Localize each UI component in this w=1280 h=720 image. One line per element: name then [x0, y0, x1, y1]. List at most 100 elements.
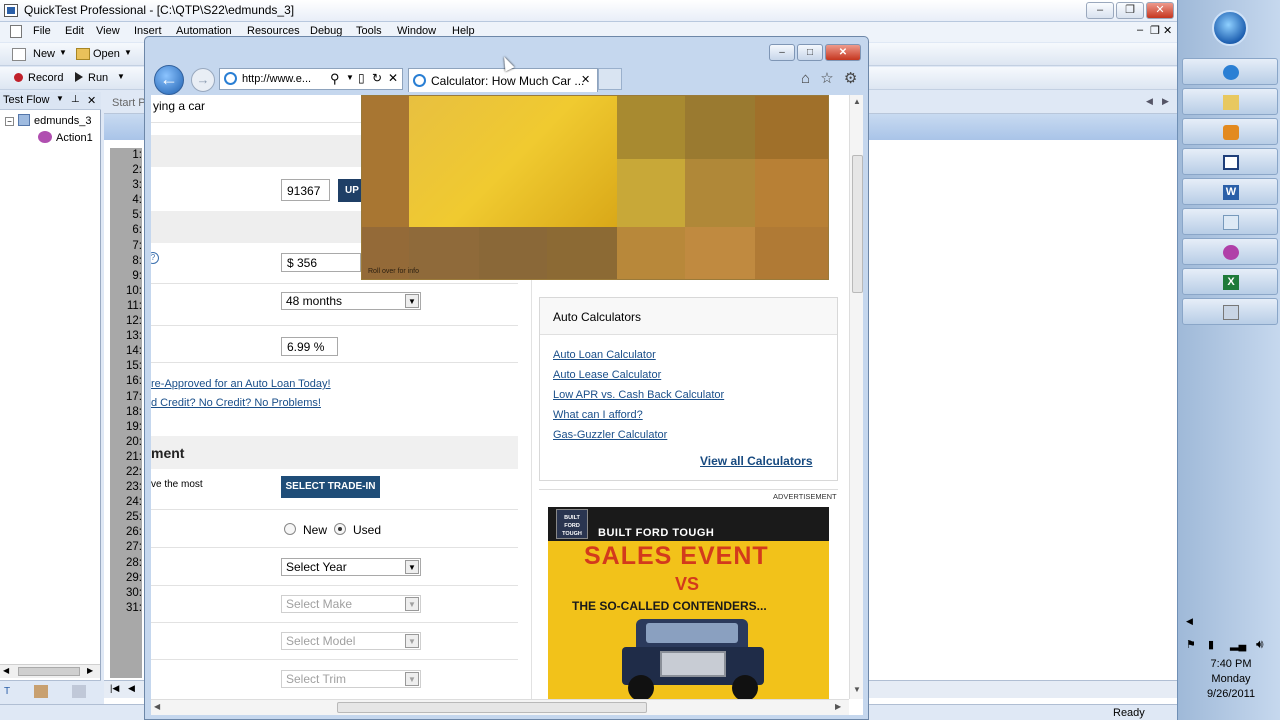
pane-close-icon[interactable]: ✕ [87, 94, 96, 107]
tab-start-page[interactable]: Start P [112, 97, 146, 109]
new-dropdown-icon[interactable]: ▼ [59, 48, 67, 57]
search-icon[interactable]: ⚲ [330, 71, 340, 87]
taskbar-excel-button[interactable]: X [1182, 268, 1278, 295]
new-button[interactable]: New [33, 48, 55, 60]
scroll-right-icon[interactable]: ▶ [835, 702, 841, 711]
compat-icon[interactable]: ▯ [358, 71, 365, 85]
scroll-thumb[interactable] [852, 155, 863, 293]
test-flow-hscroll[interactable]: ◀ ▶ [0, 664, 100, 678]
word-icon: W [1223, 185, 1239, 200]
browser-command-icons: ⌂ ☆ ⚙ [801, 69, 857, 87]
mdi-minimize-icon[interactable]: – [1137, 24, 1143, 36]
taskbar-window-button[interactable] [1182, 148, 1278, 175]
auto-lease-calculator-link[interactable]: Auto Lease Calculator [553, 369, 661, 381]
first-page-icon[interactable]: |◀ [110, 683, 119, 694]
address-text[interactable]: http://www.e... [242, 73, 311, 85]
auto-loan-calculator-link[interactable]: Auto Loan Calculator [553, 349, 656, 361]
record-button[interactable]: Record [14, 72, 63, 84]
tree-root-item[interactable]: − edmunds_3 [5, 114, 92, 127]
pin-icon[interactable]: ⊥ [71, 94, 80, 105]
radio-used[interactable] [334, 523, 346, 535]
menu-view[interactable]: View [96, 25, 120, 37]
pane-menu-icon[interactable]: ▼ [56, 94, 64, 103]
new-tab-button[interactable] [598, 68, 622, 90]
open-dropdown-icon[interactable]: ▼ [124, 48, 132, 57]
close-button[interactable]: ✕ [1146, 2, 1174, 19]
mdi-close-icon[interactable]: ✕ [1163, 24, 1172, 37]
select-make[interactable]: Select Make ▼ [281, 595, 421, 613]
taskbar-notepad-button[interactable] [1182, 208, 1278, 235]
info-icon[interactable]: ? [151, 252, 159, 264]
browser-maximize-button[interactable]: □ [797, 44, 823, 61]
refresh-icon[interactable]: ↻ [372, 71, 382, 85]
gas-guzzler-calculator-link[interactable]: Gas-Guzzler Calculator [553, 429, 667, 441]
interest-rate-input[interactable]: 6.99 % [281, 337, 338, 356]
tab-close-icon[interactable]: ✕ [581, 73, 590, 86]
preapproved-link[interactable]: re-Approved for an Auto Loan Today! [151, 378, 331, 390]
mdi-restore-icon[interactable]: ❐ [1150, 24, 1160, 37]
line-number: 28: [126, 556, 142, 569]
stop-icon[interactable]: ✕ [388, 71, 398, 85]
taskbar-explorer-button[interactable] [1182, 88, 1278, 115]
collapse-icon[interactable]: − [5, 117, 14, 126]
tab-resources-icon[interactable] [34, 685, 48, 698]
view-all-calculators-link[interactable]: View all Calculators [700, 454, 813, 468]
scroll-down-icon[interactable]: ▼ [853, 685, 861, 694]
chevron-down-icon: ▼ [405, 560, 419, 574]
select-trade-in-button[interactable]: SELECT TRADE-IN [281, 476, 380, 498]
bad-credit-link[interactable]: d Credit? No Credit? No Problems! [151, 397, 321, 409]
open-button[interactable]: Open [93, 48, 120, 60]
radio-new[interactable] [284, 523, 296, 535]
browser-tab-active[interactable]: Calculator: How Much Car ... ✕ [408, 68, 598, 92]
select-year[interactable]: Select Year ▼ [281, 558, 421, 576]
taskbar-app-button[interactable] [1182, 298, 1278, 325]
forward-button[interactable]: → [191, 68, 215, 92]
page-horizontal-scrollbar[interactable]: ◀ ▶ [151, 699, 849, 715]
zip-input[interactable]: 91367 [281, 179, 330, 201]
select-model[interactable]: Select Model ▼ [281, 632, 421, 650]
prev-page-icon[interactable]: ◀ [128, 683, 135, 694]
taskbar-media-button[interactable] [1182, 118, 1278, 145]
ad-caption: Roll over for info [368, 268, 419, 275]
taskbar-ie-button[interactable] [1182, 58, 1278, 85]
tray-expand-icon[interactable]: ◀ [1186, 616, 1193, 627]
run-button[interactable]: Run [75, 72, 108, 84]
scroll-left-icon[interactable]: ◀ [3, 666, 9, 675]
favorites-icon[interactable]: ☆ [820, 70, 833, 87]
tab-scroll-right-icon[interactable]: ▶ [1162, 96, 1169, 107]
select-trim[interactable]: Select Trim ▼ [281, 670, 421, 688]
run-dropdown-icon[interactable]: ▼ [117, 72, 125, 81]
browser-close-button[interactable]: ✕ [825, 44, 861, 61]
page-vertical-scrollbar[interactable]: ▲ ▼ [849, 95, 863, 699]
menu-file[interactable]: File [33, 25, 51, 37]
top-advertisement[interactable]: Roll over for info [361, 95, 829, 280]
tab-scroll-left-icon[interactable]: ◀ [1146, 96, 1153, 107]
menu-edit[interactable]: Edit [65, 25, 84, 37]
browser-minimize-button[interactable]: – [769, 44, 795, 61]
tools-gear-icon[interactable]: ⚙ [844, 70, 857, 87]
back-button[interactable]: ← [154, 65, 184, 95]
tab-test-flow[interactable]: T [4, 686, 10, 697]
address-dropdown-icon[interactable]: ▼ [346, 73, 354, 82]
clock-time: 7:40 PM [1210, 658, 1252, 670]
monthly-payment-input[interactable]: $ 356 [281, 253, 361, 272]
tab-r-icon[interactable] [72, 685, 86, 698]
restore-button[interactable]: ❐ [1116, 2, 1144, 19]
scroll-up-icon[interactable]: ▲ [853, 97, 861, 106]
scroll-thumb[interactable] [18, 667, 80, 676]
low-apr-calculator-link[interactable]: Low APR vs. Cash Back Calculator [553, 389, 724, 401]
afford-calculator-link[interactable]: What can I afford? [553, 409, 643, 421]
scroll-thumb[interactable] [337, 702, 647, 713]
tree-action-item[interactable]: Action1 [38, 131, 93, 144]
scroll-right-icon[interactable]: ▶ [87, 666, 93, 675]
loan-term-select[interactable]: 48 months ▼ [281, 292, 421, 310]
ford-advertisement[interactable]: BUILT FORD TOUGH BUILT FORD TOUGH SALES … [548, 507, 829, 699]
scroll-left-icon[interactable]: ◀ [154, 702, 160, 711]
clock[interactable]: 7:40 PM Monday 9/26/2011 [1184, 630, 1278, 700]
start-orb-icon[interactable] [1212, 10, 1248, 46]
home-icon[interactable]: ⌂ [801, 70, 810, 87]
taskbar-qtp-button[interactable] [1182, 238, 1278, 265]
address-bar[interactable]: http://www.e... ⚲ ▼ ▯ ↻ ✕ [219, 68, 403, 90]
minimize-button[interactable]: – [1086, 2, 1114, 19]
taskbar-word-button[interactable]: W [1182, 178, 1278, 205]
